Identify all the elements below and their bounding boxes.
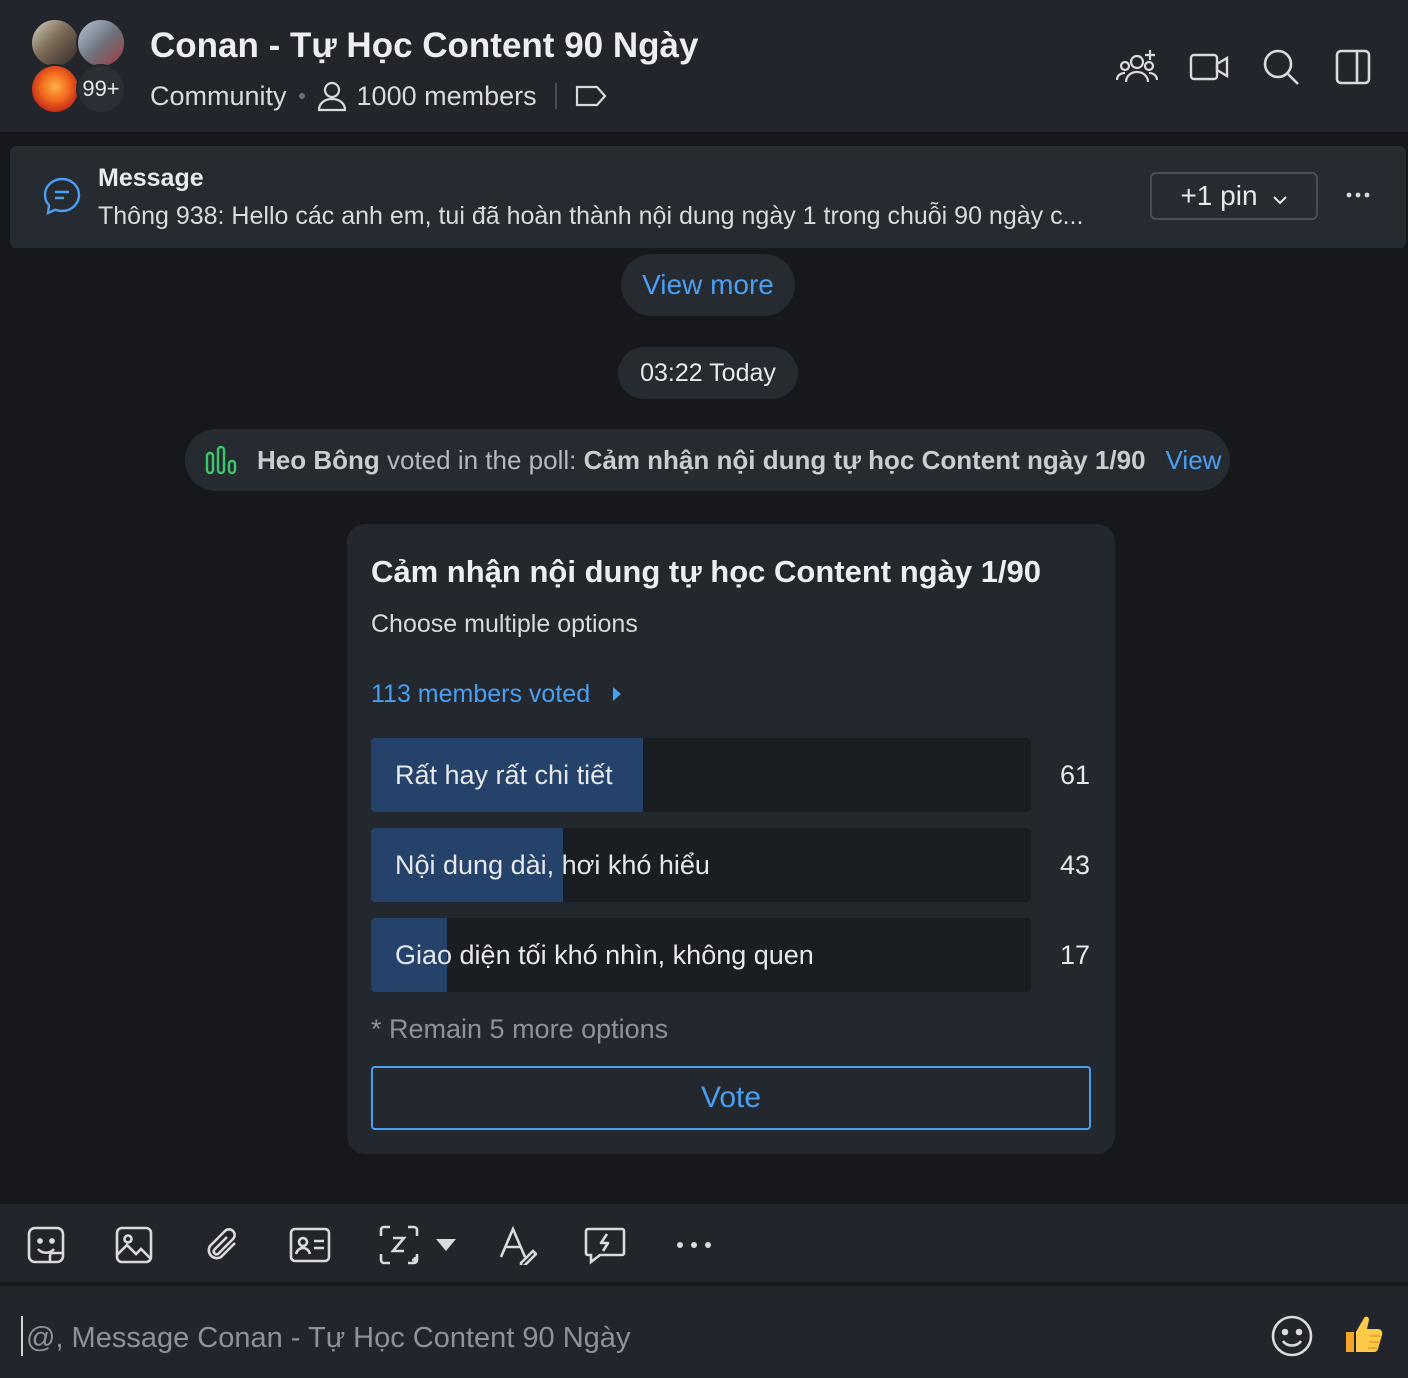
time-divider: 03:22 Today [618, 347, 798, 399]
contact-card-icon[interactable] [289, 1224, 331, 1266]
voter-name[interactable]: Heo Bông [257, 445, 380, 476]
more-options-icon[interactable] [676, 1224, 712, 1266]
poll-option-label: Nội dung dài, hơi khó hiểu [395, 850, 710, 880]
poll-option[interactable]: Giao diện tối khó nhìn, không quen [371, 918, 1031, 992]
message-bubble-icon [42, 176, 82, 221]
pinned-text: Thông 938: Hello các anh em, tui đã hoàn… [98, 202, 1084, 230]
pinned-label: Message [98, 164, 204, 192]
member-avatar-2 [76, 18, 126, 68]
notice-action: voted in the poll: [379, 444, 584, 475]
caret-right-icon [612, 680, 622, 709]
more-pins-button[interactable]: +1 pin [1150, 172, 1318, 220]
search-icon[interactable] [1260, 46, 1302, 88]
text-caret [21, 1316, 23, 1356]
members-count[interactable]: 1000 members [357, 81, 537, 112]
thumbs-up-icon[interactable] [1342, 1312, 1386, 1356]
poll-option-count: 43 [1059, 850, 1090, 880]
add-member-icon[interactable] [1116, 46, 1158, 88]
chevron-down-icon [1272, 180, 1288, 212]
quick-message-icon[interactable] [584, 1224, 626, 1266]
poll-subtitle: Choose multiple options [371, 610, 638, 638]
notice-poll-name: Cảm nhận nội dung tự học Content ngày 1/… [583, 444, 1146, 475]
chat-header: 99+ Conan - Tự Học Content 90 Ngày Commu… [0, 0, 1408, 134]
screenshot-icon[interactable] [378, 1224, 420, 1266]
composer-toolbar [0, 1204, 1408, 1284]
poll-option-count: 17 [1059, 940, 1090, 970]
conversation-subtitle: Community 1000 members [150, 78, 607, 114]
divider [554, 83, 557, 109]
poll-option-count: 61 [1059, 760, 1090, 790]
sidebar-toggle-icon[interactable] [1332, 46, 1374, 88]
poll-option-label: Giao diện tối khó nhìn, không quen [395, 940, 814, 970]
tag-icon[interactable] [575, 84, 607, 108]
member-avatar-1 [30, 18, 80, 68]
members-voted-label: 113 members voted [371, 680, 591, 708]
sticker-icon[interactable] [26, 1224, 66, 1266]
conversation-type-label: Community [150, 80, 287, 111]
separator-dot [298, 93, 305, 99]
video-call-icon[interactable] [1188, 46, 1230, 88]
image-icon[interactable] [114, 1224, 154, 1266]
dropdown-caret-icon[interactable] [436, 1224, 456, 1266]
poll-option[interactable]: Nội dung dài, hơi khó hiểu [371, 828, 1031, 902]
poll-option[interactable]: Rất hay rất chi tiết [371, 738, 1031, 812]
poll-option-label: Rất hay rất chi tiết [395, 760, 613, 790]
view-poll-link[interactable]: View [1166, 445, 1222, 476]
text-format-icon[interactable] [497, 1224, 537, 1266]
avatar-more-badge: 99+ [76, 64, 126, 114]
vote-button[interactable]: Vote [371, 1066, 1091, 1130]
more-options-icon[interactable] [1340, 180, 1376, 210]
poll-chart-icon [205, 445, 237, 475]
more-pins-label: +1 pin [1180, 180, 1258, 211]
attachment-icon[interactable] [202, 1224, 242, 1266]
poll-vote-notice: Heo Bông voted in the poll: Cảm nhận nội… [185, 429, 1230, 491]
members-voted-link[interactable]: 113 members voted [371, 680, 622, 709]
person-icon [317, 80, 347, 112]
emoji-icon[interactable] [1270, 1314, 1314, 1358]
member-avatar-3 [30, 64, 80, 114]
message-input[interactable]: @, Message Conan - Tự Học Content 90 Ngà… [26, 1316, 630, 1360]
group-avatar[interactable]: 99+ [30, 18, 126, 114]
poll-title: Cảm nhận nội dung tự học Content ngày 1/… [371, 554, 1042, 589]
remaining-options-note[interactable]: * Remain 5 more options [371, 1014, 668, 1045]
conversation-title[interactable]: Conan - Tự Học Content 90 Ngày [150, 26, 698, 66]
view-more-button[interactable]: View more [621, 254, 795, 316]
pinned-message-bar[interactable]: Message Thông 938: Hello các anh em, tui… [10, 146, 1406, 248]
poll-card: Cảm nhận nội dung tự học Content ngày 1/… [347, 524, 1115, 1154]
